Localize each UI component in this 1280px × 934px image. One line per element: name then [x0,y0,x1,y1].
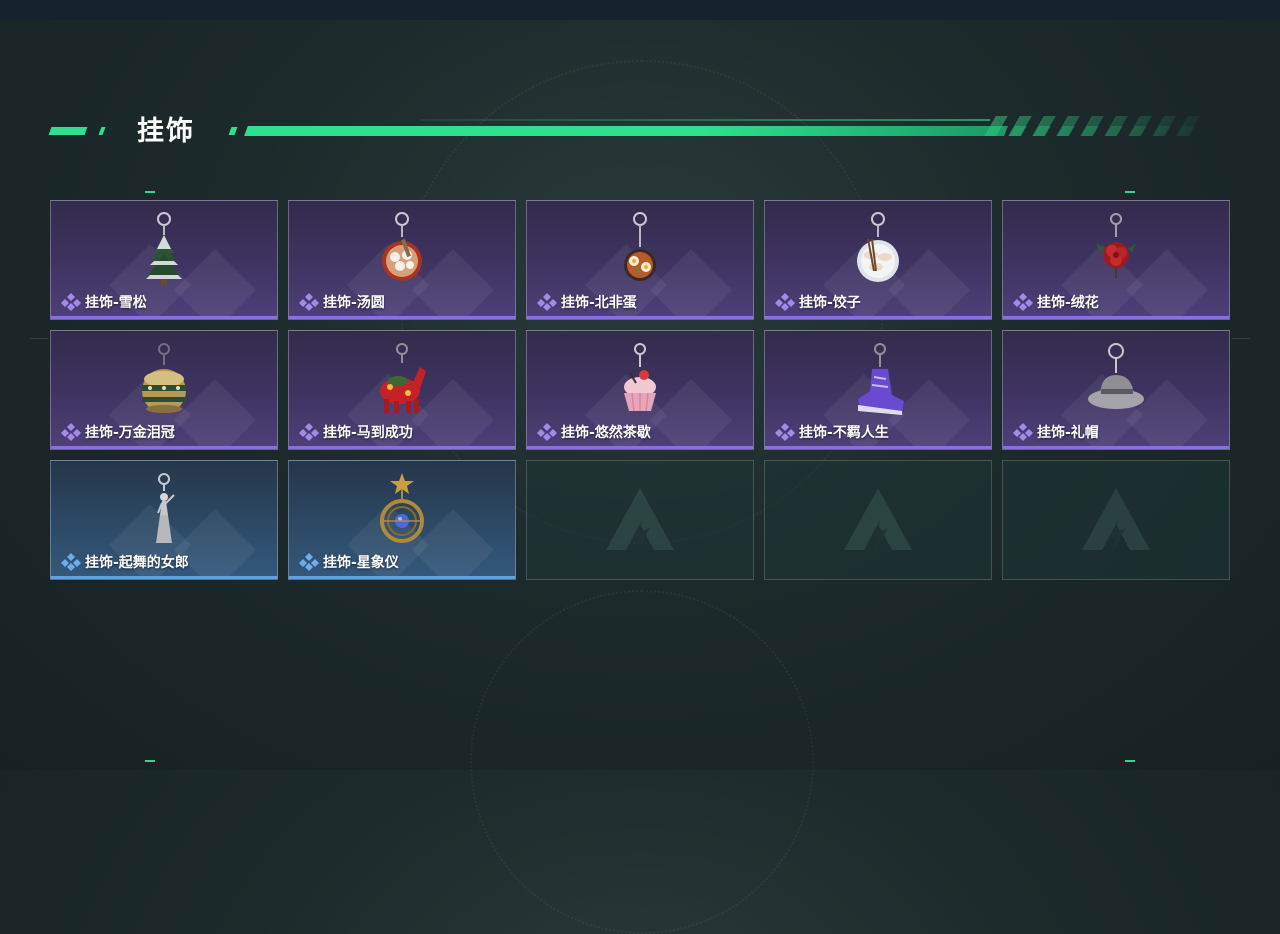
charm-card[interactable]: 挂饰-起舞的女郎 [50,460,278,580]
charm-name: 挂饰-不羁人生 [799,425,889,441]
game-logo-icon [1082,488,1150,552]
corner-tick-top-left [145,191,155,193]
card-label: 挂饰-星象仪 [299,552,399,572]
rarity-bar [51,316,277,319]
rarity-diamond-icon [775,293,795,311]
dancing-lady-charm-icon [156,473,175,543]
header-dash-left [48,127,88,135]
pine-tree-charm-icon [146,212,182,285]
rarity-diamond-icon [1013,293,1033,311]
rarity-bar [289,316,515,319]
card-label: 挂饰-绒花 [1013,292,1099,312]
rarity-diamond-icon [299,293,319,311]
header-dash-small [98,127,106,135]
charm-card[interactable]: 挂饰-绒花 [1002,200,1230,320]
game-logo-icon [606,488,674,552]
charm-name: 挂饰-饺子 [799,295,861,311]
empty-slot [764,460,992,580]
rarity-diamond-icon [537,423,557,441]
charm-card[interactable]: 挂饰-北非蛋 [526,200,754,320]
game-logo-icon [844,488,912,552]
charm-grid: 挂饰-雪松 挂饰-汤圆 挂饰-北非蛋 挂饰-饺子 挂饰-绒花 挂饰-万金泪冠 挂… [50,200,1230,580]
sneaker-charm-icon [858,343,904,415]
card-label: 挂饰-饺子 [775,292,861,312]
charm-name: 挂饰-星象仪 [323,555,399,571]
charm-card[interactable]: 挂饰-汤圆 [288,200,516,320]
dumpling-plate-charm-icon [857,212,899,282]
section-header: 挂饰 [0,100,1280,160]
rarity-bar [289,576,515,579]
empty-slot [526,460,754,580]
charm-card[interactable]: 挂饰-饺子 [764,200,992,320]
rarity-diamond-icon [61,553,81,571]
rarity-diamond-icon [1013,423,1033,441]
header-thin-line [420,119,990,121]
fedora-hat-charm-icon [1088,343,1144,409]
charm-name: 挂饰-礼帽 [1037,425,1099,441]
shakshuka-pan-charm-icon [624,212,656,281]
section-title: 挂饰 [137,116,195,147]
header-accent-bar [244,126,1008,136]
card-label: 挂饰-悠然茶歇 [537,422,651,442]
tangyuan-bowl-charm-icon [382,212,422,281]
top-strip [0,0,1280,20]
charm-name: 挂饰-悠然茶歇 [561,425,651,441]
card-label: 挂饰-马到成功 [299,422,413,442]
charm-name: 挂饰-马到成功 [323,425,413,441]
rarity-diamond-icon [775,423,795,441]
card-label: 挂饰-北非蛋 [537,292,637,312]
charm-name: 挂饰-万金泪冠 [85,425,175,441]
rarity-bar [51,446,277,449]
rarity-bar [1003,316,1229,319]
card-label: 挂饰-汤圆 [299,292,385,312]
velvet-flower-charm-icon [1096,213,1136,279]
charm-card[interactable]: 挂饰-礼帽 [1002,330,1230,450]
rarity-diamond-icon [299,423,319,441]
card-label: 挂饰-起舞的女郎 [61,552,189,572]
rarity-bar [527,446,753,449]
cupcake-charm-icon [624,343,656,412]
charm-name: 挂饰-雪松 [85,295,147,311]
charm-name: 挂饰-起舞的女郎 [85,555,189,571]
rarity-bar [765,316,991,319]
corner-tick-bottom-right [1125,760,1135,762]
rarity-diamond-icon [61,423,81,441]
header-checker-pattern-lower [997,126,1203,136]
background-ring-lower [470,590,814,934]
charm-card[interactable]: 挂饰-不羁人生 [764,330,992,450]
astrolabe-charm-icon [380,473,424,543]
charm-card[interactable]: 挂饰-悠然茶歇 [526,330,754,450]
rarity-bar [765,446,991,449]
card-label: 挂饰-礼帽 [1013,422,1099,442]
rarity-diamond-icon [537,293,557,311]
charm-name: 挂饰-绒花 [1037,295,1099,311]
charm-name: 挂饰-汤圆 [323,295,385,311]
right-side-line [1232,338,1250,339]
charm-name: 挂饰-北非蛋 [561,295,637,311]
left-side-line [30,338,48,339]
rarity-bar [1003,446,1229,449]
rarity-diamond-icon [299,553,319,571]
charm-card[interactable]: 挂饰-马到成功 [288,330,516,450]
charm-card[interactable]: 挂饰-星象仪 [288,460,516,580]
charm-card[interactable]: 挂饰-万金泪冠 [50,330,278,450]
rarity-bar [527,316,753,319]
charm-card[interactable]: 挂饰-雪松 [50,200,278,320]
corner-tick-bottom-left [145,760,155,762]
rarity-diamond-icon [61,293,81,311]
rarity-bar [51,576,277,579]
card-label: 挂饰-雪松 [61,292,147,312]
corner-tick-top-right [1125,191,1135,193]
header-dash-right [228,127,238,135]
rarity-bar [289,446,515,449]
red-horse-charm-icon [380,343,426,413]
empty-slot [1002,460,1230,580]
card-label: 挂饰-不羁人生 [775,422,889,442]
golden-crown-charm-icon [142,343,186,413]
card-label: 挂饰-万金泪冠 [61,422,175,442]
